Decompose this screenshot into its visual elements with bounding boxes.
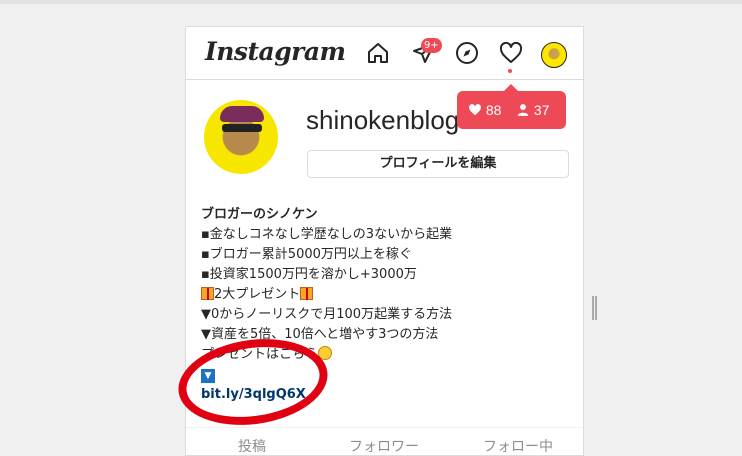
person-icon	[517, 104, 529, 116]
tab-following[interactable]: フォロー中	[483, 436, 553, 455]
home-icon[interactable]	[366, 41, 390, 65]
edit-profile-button[interactable]: プロフィールを編集	[307, 150, 569, 178]
activity-notification-popup[interactable]: 88 37	[457, 84, 566, 129]
tab-followers[interactable]: フォロワー	[349, 436, 419, 455]
top-navigation-bar: Instagram 9+	[186, 27, 583, 80]
likes-count-value: 88	[485, 102, 502, 118]
profile-avatar[interactable]	[541, 42, 567, 68]
followers-count-value: 37	[533, 102, 550, 118]
bio-line: ▼0からノーリスクで月100万起業する方法	[201, 307, 453, 322]
profile-tabs: 投稿 フォロワー フォロー中	[186, 427, 583, 455]
instagram-logo[interactable]: Instagram	[205, 37, 346, 66]
profile-picture-hair	[220, 106, 264, 122]
bio-gift-text: 2大プレゼント	[214, 287, 301, 302]
profile-picture[interactable]	[204, 100, 278, 174]
followers-count: 37	[516, 102, 549, 118]
resize-handle[interactable]	[592, 296, 597, 320]
bio-line: ▪ブロガー累計5000万円以上を稼ぐ	[201, 247, 412, 262]
window-top-strip	[0, 0, 742, 4]
profile-picture-sunglasses	[222, 124, 262, 132]
profile-username: shinokenblog	[306, 105, 460, 135]
likes-count: 88	[468, 102, 501, 118]
explore-icon[interactable]	[455, 41, 479, 65]
messages-badge: 9+	[421, 38, 442, 53]
bio-line-gift: 2大プレゼント	[201, 285, 571, 305]
heart-icon	[469, 104, 481, 116]
activity-indicator-dot	[508, 69, 512, 73]
bio-display-name: ブロガーのシノケン	[201, 207, 318, 222]
activity-heart-icon[interactable]	[499, 41, 523, 65]
gift-icon	[300, 287, 314, 300]
gift-icon	[201, 287, 214, 300]
tab-posts[interactable]: 投稿	[238, 436, 266, 455]
bio-line: ▪金なしコネなし学歴なしの3ないから起業	[201, 227, 453, 242]
bio-line: ▪投資家1500万円を溶かし+3000万	[201, 267, 417, 282]
